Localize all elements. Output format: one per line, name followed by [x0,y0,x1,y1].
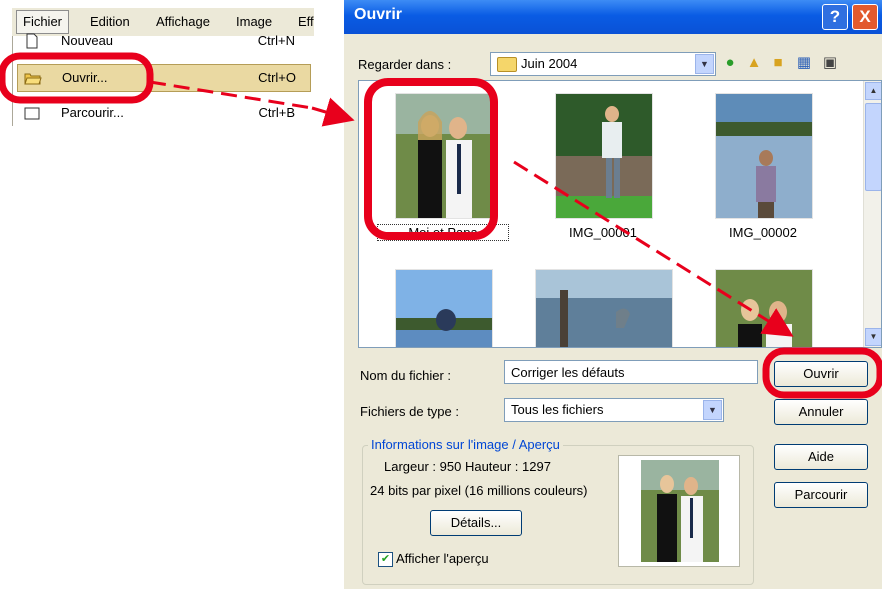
photo-icon [716,94,812,218]
back-icon[interactable]: ● [720,53,740,73]
tools-icon[interactable]: ▣ [820,53,840,73]
menu-edition[interactable]: Edition [90,14,130,29]
thumbnail-photo[interactable] [395,269,493,347]
menu-item-parcourir[interactable]: Parcourir... Ctrl+B [17,100,309,126]
chevron-down-icon[interactable]: ▼ [703,400,722,420]
folder-icon [497,57,517,72]
thumbnail-moi-et-papa[interactable] [395,93,493,219]
image-info-title: Informations sur l'image / Aperçu [368,437,563,452]
file-caption[interactable]: IMG_00001 [538,225,668,240]
browse-icon [24,107,40,120]
fichier-dropdown: Nouveau Ctrl+N Ouvrir... Ctrl+O Parcouri… [12,33,314,126]
image-bit-depth: 24 bits par pixel (16 millions couleurs) [370,483,588,498]
thumbnail-img-00002[interactable] [715,93,813,219]
look-in-select[interactable]: Juin 2004 ▼ [490,52,716,76]
view-menu-icon[interactable]: ▦ [794,53,814,73]
photo-icon [556,94,652,218]
dialog-title: Ouvrir [354,6,403,23]
menu-item-nouveau[interactable]: Nouveau Ctrl+N [17,28,309,54]
menu-item-ouvrir[interactable]: Ouvrir... Ctrl+O [17,64,311,92]
photo-icon [396,94,492,218]
preview-image [618,455,740,567]
menu-affichage[interactable]: Affichage [156,14,210,29]
thumbnail-photo[interactable] [715,269,813,347]
thumbnail-img-00001[interactable] [555,93,653,219]
scroll-thumb[interactable] [865,103,881,191]
photo-icon [536,270,672,347]
menu-effets[interactable]: Eff [298,14,314,29]
new-folder-icon[interactable]: ■ [768,53,788,73]
photo-icon [396,270,492,347]
help-button[interactable]: Aide [774,444,868,470]
file-menu-screenshot: Fichier Edition Affichage Image Eff Nouv… [12,8,314,126]
open-folder-icon [24,73,42,85]
filetype-select[interactable]: Tous les fichiers ▼ [504,398,724,422]
close-button[interactable]: X [852,4,878,30]
title-bar: Ouvrir ? X [344,0,882,34]
photo-icon [716,270,812,347]
preview-checkbox[interactable]: ✔ [378,552,393,567]
image-dimensions: Largeur : 950 Hauteur : 1297 [384,459,551,474]
chevron-down-icon[interactable]: ▼ [695,54,714,74]
photo-icon [641,460,719,562]
menu-image[interactable]: Image [236,14,272,29]
file-caption[interactable]: IMG_00002 [698,225,828,240]
filename-label: Nom du fichier : [360,368,452,383]
vertical-scrollbar[interactable]: ▲ ▼ [863,81,881,347]
scroll-up-icon[interactable]: ▲ [865,82,881,100]
filename-input[interactable] [504,360,758,384]
file-caption[interactable]: Moi et Papa [377,224,509,241]
preview-checkbox-label: Afficher l'aperçu [396,551,489,566]
arrow-menu-head [311,97,355,127]
help-title-button[interactable]: ? [822,4,848,30]
open-button[interactable]: Ouvrir [774,361,868,387]
open-dialog: Ouvrir ? X Regarder dans : Juin 2004 ▼ ●… [344,0,882,589]
look-in-label: Regarder dans : [358,57,452,72]
up-folder-icon[interactable]: ▲ [744,53,764,73]
thumbnail-photo[interactable] [535,269,673,347]
cancel-button[interactable]: Annuler [774,399,868,425]
details-button[interactable]: Détails... [430,510,522,536]
browse-button[interactable]: Parcourir [774,482,868,508]
new-document-icon [26,33,38,49]
scroll-down-icon[interactable]: ▼ [865,328,881,346]
file-list: Moi et Papa IMG_00001 IMG_00002 ▲ ▼ [358,80,882,348]
filetype-label: Fichiers de type : [360,404,459,419]
